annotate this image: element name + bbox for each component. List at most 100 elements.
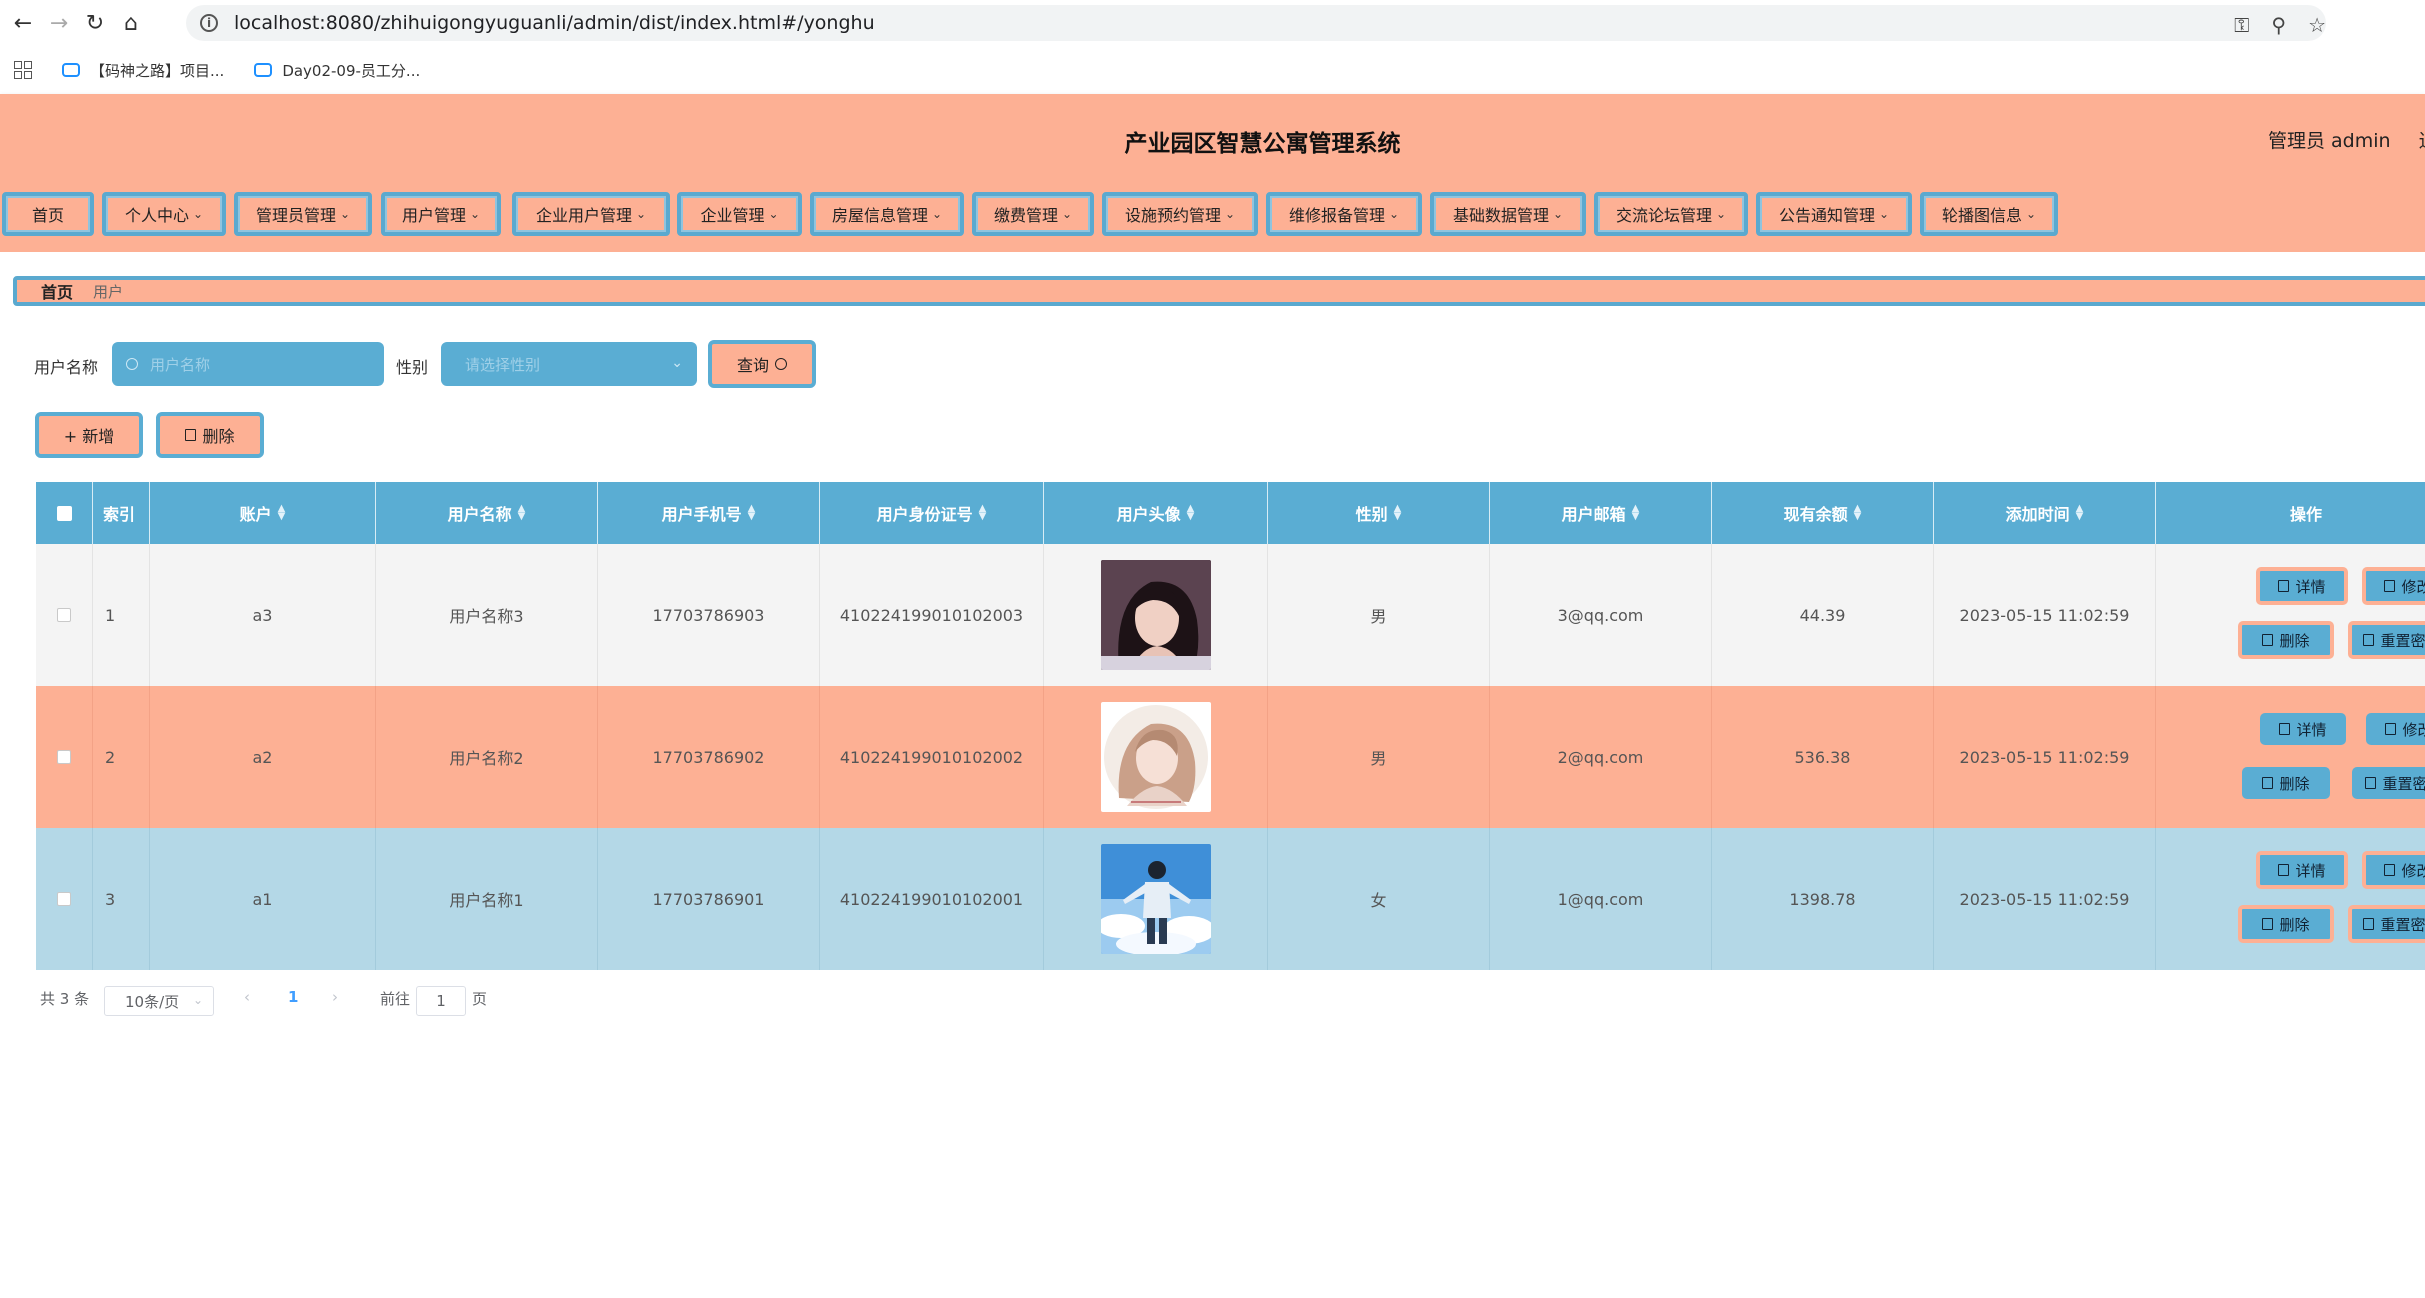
- app-title: 产业园区智慧公寓管理系统: [1124, 131, 1401, 157]
- add-button[interactable]: + 新增: [35, 412, 143, 458]
- back-icon[interactable]: ←: [10, 10, 36, 36]
- cell-phone: 17703786902: [598, 686, 820, 828]
- col-label: 用户头像: [1116, 505, 1181, 524]
- cell-gender: 男: [1268, 686, 1490, 828]
- menu-item-profile[interactable]: 个人中心 ⌄: [102, 192, 226, 236]
- batch-delete-button[interactable]: 删除: [156, 412, 264, 458]
- row-checkbox[interactable]: [57, 608, 71, 622]
- col-name[interactable]: 用户名称 ▲ ▼: [376, 482, 598, 544]
- edit-button[interactable]: 修改: [2362, 851, 2425, 889]
- bookmark-item[interactable]: Day02-09-员工分...: [254, 60, 420, 81]
- next-page-icon[interactable]: ›: [332, 988, 338, 1006]
- sort-icon[interactable]: ▲ ▼: [518, 504, 526, 522]
- breadcrumb-home[interactable]: 首页: [41, 279, 73, 303]
- col-phone[interactable]: 用户手机号 ▲ ▼: [598, 482, 820, 544]
- logout-link[interactable]: 退: [2419, 130, 2425, 152]
- cell-time: 2023-05-15 11:02:59: [1934, 828, 2156, 970]
- detail-button[interactable]: 详情: [2256, 851, 2348, 889]
- goto-page-input[interactable]: 1: [416, 986, 466, 1016]
- edit-icon: [2384, 864, 2396, 876]
- name-search-input[interactable]: 用户名称: [112, 342, 384, 386]
- address-bar[interactable]: i localhost:8080/zhihuigongyuguanli/admi…: [186, 5, 2326, 41]
- sort-icon[interactable]: ▲ ▼: [1187, 504, 1195, 522]
- home-icon[interactable]: ⌂: [118, 10, 144, 36]
- menu-item-users[interactable]: 用户管理 ⌄: [381, 192, 501, 236]
- trash-icon: [185, 429, 197, 441]
- menu-item-notices[interactable]: 公告通知管理 ⌄: [1756, 192, 1912, 236]
- avatar-woman-dark-hair[interactable]: [1100, 560, 1211, 670]
- edit-button[interactable]: 修改: [2366, 713, 2425, 745]
- zoom-icon[interactable]: ⚲: [2271, 13, 2286, 37]
- sort-icon[interactable]: ▲ ▼: [2076, 504, 2084, 522]
- menu-item-base-data[interactable]: 基础数据管理 ⌄: [1430, 192, 1586, 236]
- sort-icon[interactable]: ▲ ▼: [1854, 504, 1862, 522]
- row-checkbox[interactable]: [57, 892, 71, 906]
- reset-password-button[interactable]: 重置密码: [2348, 905, 2425, 943]
- col-gender[interactable]: 性别 ▲ ▼: [1268, 482, 1490, 544]
- avatar-man-sky[interactable]: [1100, 844, 1211, 954]
- menu-label: 企业用户管理: [535, 206, 632, 225]
- chevron-down-icon: ⌄: [192, 207, 204, 221]
- table-row: 3 a1 用户名称1 17703786901 41022419901010200…: [36, 828, 2425, 970]
- query-button[interactable]: 查询: [708, 340, 816, 388]
- menu-item-forum[interactable]: 交流论坛管理 ⌄: [1594, 192, 1748, 236]
- menu-item-admins[interactable]: 管理员管理 ⌄: [234, 192, 372, 236]
- prev-page-icon[interactable]: ‹: [244, 988, 250, 1006]
- page-number-current[interactable]: 1: [288, 988, 298, 1006]
- row-checkbox[interactable]: [57, 750, 71, 764]
- menu-item-home[interactable]: 首页: [2, 192, 94, 236]
- bookmark-item[interactable]: 【码神之路】项目...: [62, 60, 224, 81]
- menu-item-enterprises[interactable]: 企业管理 ⌄: [677, 192, 802, 236]
- detail-button[interactable]: 详情: [2256, 567, 2348, 605]
- sort-icon[interactable]: ▲ ▼: [278, 504, 286, 522]
- chevron-down-icon: ⌄: [1715, 207, 1727, 221]
- detail-button[interactable]: 详情: [2260, 713, 2346, 745]
- avatar-woman-illustration[interactable]: [1100, 702, 1211, 812]
- sort-icon[interactable]: ▲ ▼: [1632, 504, 1640, 522]
- col-idcard[interactable]: 用户身份证号 ▲ ▼: [820, 482, 1044, 544]
- delete-button[interactable]: 删除: [2238, 621, 2334, 659]
- menu-item-enterprise-users[interactable]: 企业用户管理 ⌄: [512, 192, 670, 236]
- forward-icon[interactable]: →: [46, 10, 72, 36]
- col-balance[interactable]: 现有余额 ▲ ▼: [1712, 482, 1934, 544]
- reset-password-button[interactable]: 重置密码: [2352, 767, 2425, 799]
- goto-label: 前往: [380, 990, 411, 1008]
- reset-password-button[interactable]: 重置密码: [2348, 621, 2425, 659]
- col-account[interactable]: 账户 ▲ ▼: [150, 482, 376, 544]
- cell-time: 2023-05-15 11:02:59: [1934, 544, 2156, 686]
- detail-label: 详情: [2295, 861, 2326, 880]
- col-time[interactable]: 添加时间 ▲ ▼: [1934, 482, 2156, 544]
- delete-label: 删除: [202, 427, 235, 446]
- menu-item-housing[interactable]: 房屋信息管理 ⌄: [810, 192, 964, 236]
- site-info-icon[interactable]: i: [200, 14, 218, 32]
- edit-icon: [2384, 580, 2396, 592]
- chevron-down-icon: ⌄: [671, 355, 683, 371]
- page-size-select[interactable]: 10条/页 ⌄: [104, 986, 214, 1016]
- menu-item-repairs[interactable]: 维修报备管理 ⌄: [1266, 192, 1422, 236]
- delete-button[interactable]: 删除: [2242, 767, 2330, 799]
- delete-button[interactable]: 删除: [2238, 905, 2334, 943]
- col-email[interactable]: 用户邮箱 ▲ ▼: [1490, 482, 1712, 544]
- reset-label: 重置密码: [2380, 631, 2425, 650]
- gender-select[interactable]: 请选择性别 ⌄: [441, 342, 697, 386]
- bilibili-icon: [62, 63, 80, 77]
- star-icon[interactable]: ☆: [2308, 13, 2326, 37]
- browser-toolbar: ← → ↻ ⌂ i localhost:8080/zhihuigongyugua…: [0, 0, 2425, 46]
- sort-icon[interactable]: ▲ ▼: [748, 504, 756, 522]
- edit-button[interactable]: 修改: [2362, 567, 2425, 605]
- menu-item-payments[interactable]: 缴费管理 ⌄: [972, 192, 1094, 236]
- sort-icon[interactable]: ▲ ▼: [1394, 504, 1402, 522]
- reload-icon[interactable]: ↻: [82, 10, 108, 36]
- document-icon: [2278, 580, 2290, 592]
- chevron-down-icon: ⌄: [1878, 207, 1890, 221]
- trash-icon: [2262, 918, 2274, 930]
- url-text[interactable]: localhost:8080/zhihuigongyuguanli/admin/…: [234, 12, 875, 34]
- select-all-checkbox[interactable]: [56, 505, 72, 521]
- menu-item-carousel[interactable]: 轮播图信息 ⌄: [1920, 192, 2058, 236]
- document-icon: [2279, 723, 2291, 735]
- menu-item-facility-booking[interactable]: 设施预约管理 ⌄: [1102, 192, 1258, 236]
- key-icon[interactable]: ⚿: [2234, 13, 2249, 37]
- col-avatar[interactable]: 用户头像 ▲ ▼: [1044, 482, 1268, 544]
- apps-icon[interactable]: [14, 61, 32, 79]
- sort-icon[interactable]: ▲ ▼: [979, 504, 987, 522]
